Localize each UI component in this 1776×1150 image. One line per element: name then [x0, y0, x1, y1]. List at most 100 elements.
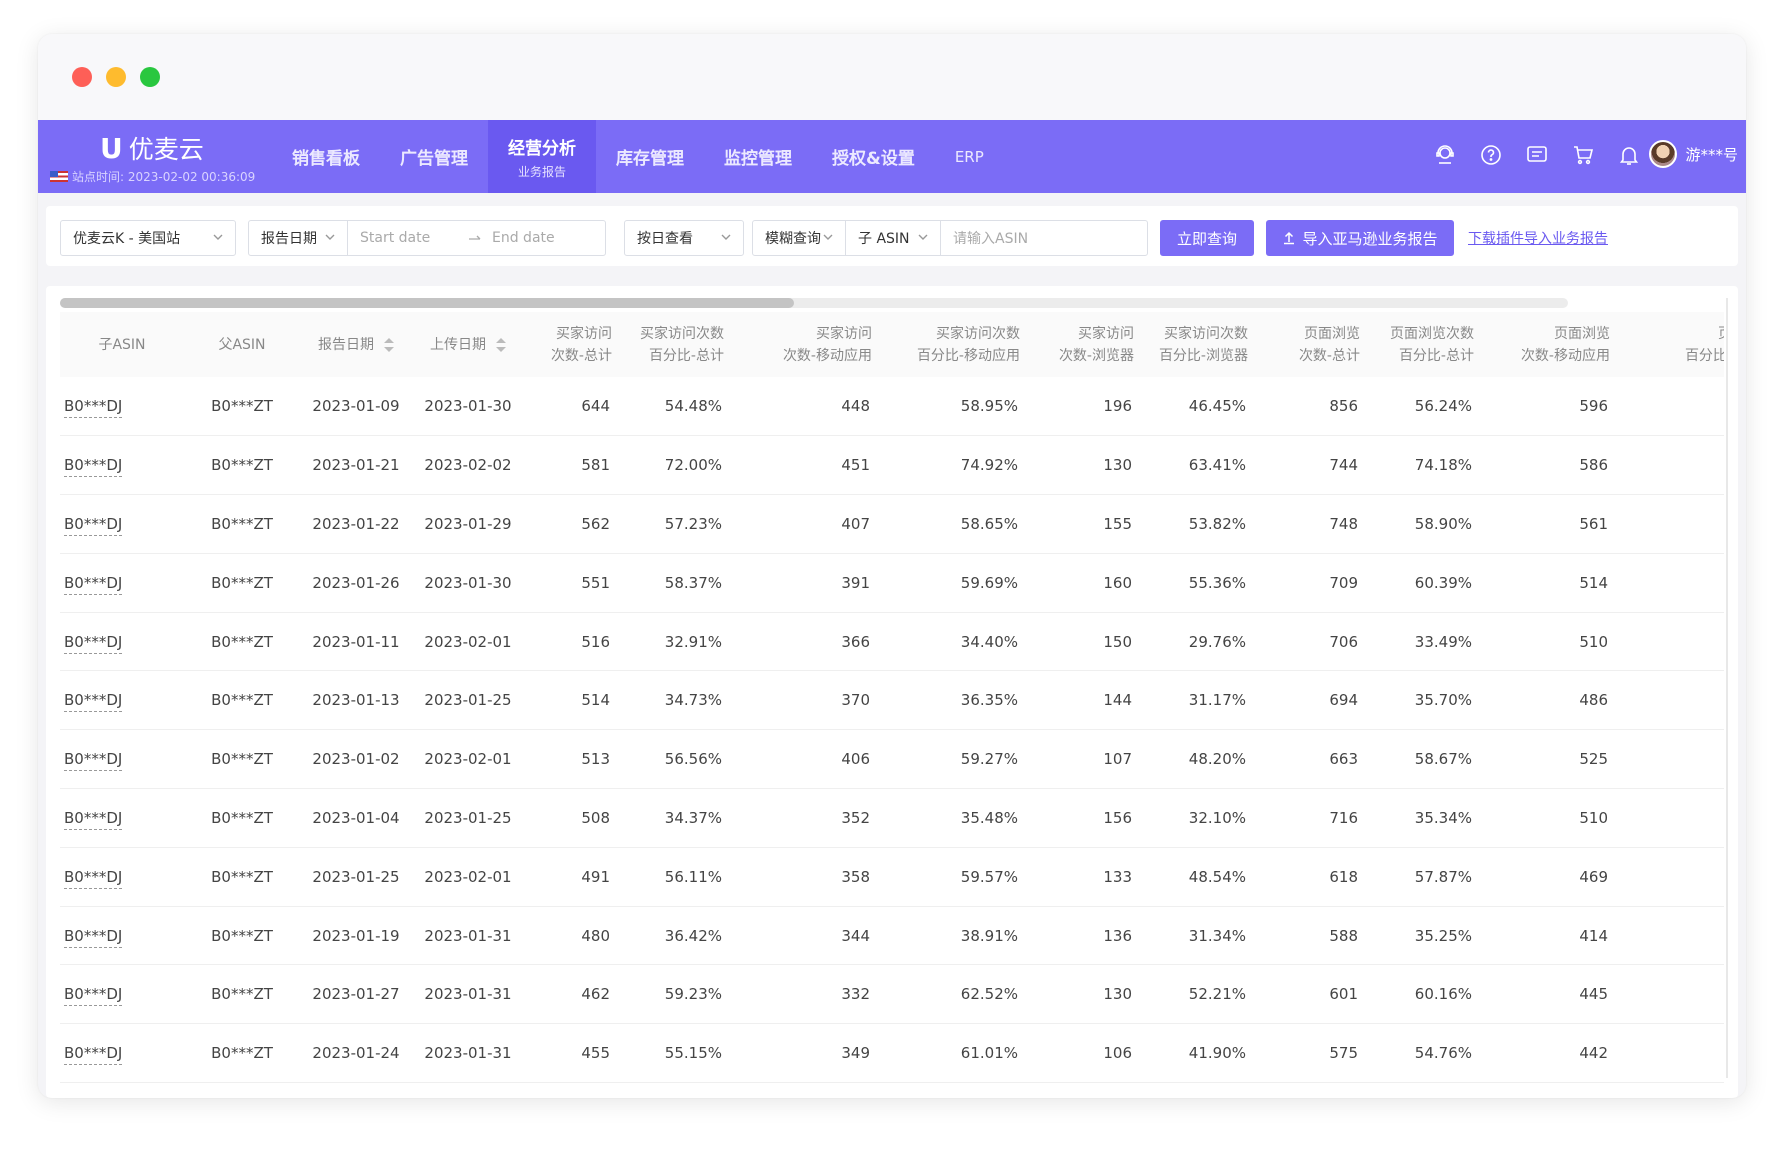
nav-item-label: 广告管理 [400, 149, 468, 169]
table-cell: 510 [1486, 612, 1622, 672]
nav-item-0[interactable]: 销售看板 [272, 120, 380, 193]
close-window-button[interactable] [72, 67, 92, 87]
table-cell: 48.54% [1146, 847, 1260, 907]
child-asin-link[interactable]: B0***DJ [64, 985, 123, 1007]
column-header-line2: 百分比-总计 [648, 347, 724, 364]
zoom-window-button[interactable] [140, 67, 160, 87]
table-cell: 391 [736, 553, 884, 613]
match-mode-select[interactable]: 模糊查询 [752, 220, 846, 256]
table-cell-value: 130 [1103, 985, 1132, 1004]
message-icon[interactable] [1524, 142, 1550, 168]
station-time-text: 站点时间: 2023-02-02 00:36:09 [72, 170, 256, 184]
table-row[interactable]: B0***DJ B0***ZT 2023-01-24 2023-01-31 455 55.… [60, 1023, 1724, 1084]
table-cell: 76 [1622, 435, 1724, 496]
child-asin-link[interactable]: B0***DJ [64, 691, 123, 713]
table-row[interactable]: B0***DJ B0***ZT 2023-01-27 2023-01-31 462 59.… [60, 964, 1724, 1025]
bell-icon[interactable] [1616, 142, 1642, 168]
table-cell: 107 [1032, 729, 1146, 790]
view-mode-select[interactable]: 按日查看 [624, 220, 744, 256]
chevron-down-icon [325, 234, 335, 240]
table-cell-value: 61.01% [960, 1044, 1018, 1063]
nav-item-4[interactable]: 监控管理 [704, 120, 812, 193]
column-header-line1: 买家访问 [1078, 325, 1134, 342]
table-row[interactable]: B0***DJ B0***ZT 2023-01-02 2023-02-01 513 56.… [60, 729, 1724, 790]
import-report-button[interactable]: 导入亚马逊业务报告 [1266, 220, 1454, 256]
help-icon[interactable] [1478, 142, 1504, 168]
table-cell-value: 366 [841, 632, 870, 651]
support-icon[interactable] [1432, 142, 1458, 168]
nav-item-5[interactable]: 授权&设置 [812, 120, 935, 193]
child-asin-link[interactable]: B0***DJ [64, 808, 123, 830]
table-row[interactable]: B0***DJ B0***ZT 2023-01-11 2023-02-01 516 32.… [60, 612, 1724, 672]
table-cell-value: 60.16% [1414, 985, 1472, 1004]
scrollbar-thumb[interactable] [60, 298, 794, 308]
table-cell-value: 2023-01-27 [312, 985, 400, 1004]
nav-item-label: 经营分析 [508, 138, 576, 159]
table-cell-value: 35.70% [1414, 691, 1472, 710]
column-header-line1: 页面浏览 [1304, 325, 1360, 342]
table-cell-value: B0***ZT [211, 573, 273, 592]
table-cell: 352 [736, 788, 884, 848]
start-date-input[interactable]: Start date [360, 230, 430, 246]
horizontal-scrollbar[interactable] [60, 298, 1568, 308]
table-cell: 2023-02-01 [412, 612, 524, 672]
query-button[interactable]: 立即查询 [1160, 220, 1254, 256]
nav-item-3[interactable]: 库存管理 [596, 120, 704, 193]
table-cell: 60 [1622, 494, 1724, 554]
table-cell-value: 48.20% [1188, 750, 1246, 769]
table-cell-value: 56.56% [664, 750, 722, 769]
column-header-3[interactable]: 上传日期 [412, 312, 524, 377]
child-asin-link[interactable]: B0***DJ [64, 1044, 123, 1066]
child-asin-link[interactable]: B0***DJ [64, 632, 123, 654]
table-cell-value: 53.82% [1188, 514, 1246, 533]
vertical-scrollbar[interactable] [1726, 298, 1728, 1078]
table-row[interactable]: B0***DJ B0***ZT 2023-01-04 2023-01-25 508 34.… [60, 788, 1724, 848]
table-row[interactable]: B0***DJ B0***ZT 2023-01-13 2023-01-25 514 34.… [60, 670, 1724, 731]
sort-icon[interactable] [384, 337, 394, 352]
asin-search-placeholder: 请输入ASIN [953, 231, 1029, 247]
child-asin-link[interactable]: B0***DJ [64, 514, 123, 536]
nav-item-1[interactable]: 广告管理 [380, 120, 488, 193]
table-cell-value: 601 [1329, 985, 1358, 1004]
table-row[interactable]: B0***DJ B0***ZT 2023-01-26 2023-01-30 551 58.… [60, 553, 1724, 613]
table-row[interactable]: B0***DJ B0***ZT 2023-01-22 2023-01-29 562 57.… [60, 494, 1724, 554]
child-asin-link[interactable]: B0***DJ [64, 926, 123, 948]
date-range-picker[interactable]: Start date End date [348, 220, 606, 256]
table-cell-value: 35.34% [1414, 808, 1472, 827]
table-cell: B0***DJ [60, 553, 184, 613]
table-cell: 74.18% [1372, 435, 1486, 496]
column-header-2[interactable]: 报告日期 [300, 312, 412, 377]
table-row[interactable]: B0***DJ B0***ZT 2023-01-25 2023-02-01 491 56.… [60, 847, 1724, 907]
column-header-6: 买家访问 次数-移动应用 [736, 312, 884, 377]
table-body: B0***DJ B0***ZT 2023-01-09 2023-01-30 644 54.… [60, 377, 1724, 1084]
table-row[interactable]: B0***DJ B0***ZT 2023-01-19 2023-01-31 480 36.… [60, 906, 1724, 966]
minimize-window-button[interactable] [106, 67, 126, 87]
column-header-line1: 页面浏览 [1554, 325, 1610, 342]
asin-type-select[interactable]: 子 ASIN [845, 220, 941, 256]
download-plugin-link[interactable]: 下载插件导入业务报告 [1468, 228, 1608, 248]
child-asin-link[interactable]: B0***DJ [64, 456, 123, 478]
table-cell-value: B0***ZT [211, 750, 273, 769]
column-header-line1: 页面浏 [1718, 326, 1724, 342]
brand-logo[interactable]: U 优麦云 [100, 130, 204, 166]
table-cell: B0***ZT [184, 788, 300, 848]
table-cell: 62.52% [884, 964, 1032, 1025]
table-cell-value: 58.95% [960, 397, 1018, 416]
child-asin-link[interactable]: B0***DJ [64, 867, 123, 889]
column-header-line2: 次数-总计 [550, 347, 612, 364]
date-type-select[interactable]: 报告日期 [248, 220, 348, 256]
cart-icon[interactable] [1570, 142, 1596, 168]
child-asin-link[interactable]: B0***DJ [64, 397, 123, 419]
end-date-input[interactable]: End date [492, 230, 555, 246]
nav-item-2[interactable]: 经营分析 业务报告 [488, 120, 596, 193]
store-select[interactable]: 优麦云K - 美国站 [60, 220, 236, 256]
nav-item-6[interactable]: ERP [935, 120, 1004, 193]
table-row[interactable]: B0***DJ B0***ZT 2023-01-09 2023-01-30 644 54.… [60, 377, 1724, 437]
user-menu[interactable]: 游***号 [1649, 140, 1738, 168]
table-row[interactable]: B0***DJ B0***ZT 2023-01-21 2023-02-02 581 72.… [60, 435, 1724, 496]
sort-icon[interactable] [496, 337, 506, 352]
child-asin-link[interactable]: B0***DJ [64, 573, 123, 595]
child-asin-link[interactable]: B0***DJ [64, 750, 123, 772]
asin-search-input[interactable]: 请输入ASIN [940, 220, 1148, 256]
table-cell: 36 [1622, 670, 1724, 731]
